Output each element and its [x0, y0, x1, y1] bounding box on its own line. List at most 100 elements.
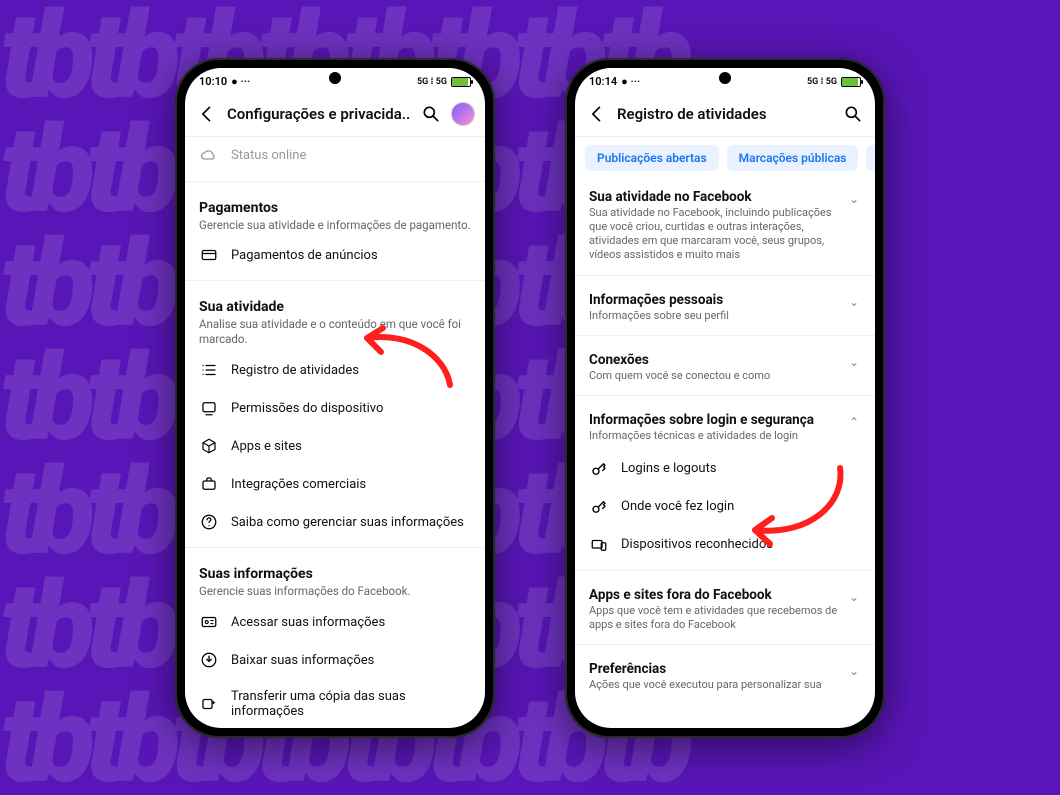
- list-item-label: Integrações comerciais: [231, 477, 471, 492]
- section-title: Sua atividade: [199, 299, 471, 315]
- status-dots: ● ···: [621, 75, 640, 88]
- transfer-icon: [199, 695, 219, 713]
- expand-title: Informações pessoais: [589, 292, 841, 308]
- key-icon: [589, 460, 609, 478]
- chevron-down-icon: ⌄: [849, 352, 861, 369]
- device-icon: [199, 399, 219, 417]
- list-item-dispositivos-reconhecidos[interactable]: Dispositivos reconhecidos: [575, 526, 875, 564]
- list-item-pagamentos-anuncios[interactable]: Pagamentos de anúncios: [185, 236, 485, 274]
- pill-marcacoes[interactable]: Marcações públicas: [727, 145, 859, 171]
- expand-title: Apps e sites fora do Facebook: [589, 587, 841, 603]
- app-header: Configurações e privacida..: [185, 96, 485, 137]
- camera-notch: [329, 72, 341, 84]
- pill-publicacoes[interactable]: Publicações abertas: [585, 145, 719, 171]
- pill-more[interactable]: A: [866, 145, 875, 171]
- phone-screen-left: 10:10 ● ··· 5G ⁞ 5G Configurações e priv…: [185, 68, 485, 728]
- list-item-label: Pagamentos de anúncios: [231, 248, 471, 263]
- list-item-label: Baixar suas informações: [231, 653, 471, 668]
- search-button[interactable]: [419, 102, 443, 126]
- status-network: 5G ⁞ 5G: [417, 76, 447, 87]
- expand-info-pessoais[interactable]: Informações pessoais Informações sobre s…: [575, 282, 875, 329]
- chevron-down-icon: ⌄: [849, 661, 861, 678]
- back-button[interactable]: [585, 102, 609, 126]
- cloud-icon: [199, 147, 219, 165]
- status-network: 5G ⁞ 5G: [807, 76, 837, 87]
- section-title: Suas informações: [199, 566, 471, 582]
- list-item-label: Saiba como gerenciar suas informações: [231, 515, 471, 530]
- phone-frame-left: 10:10 ● ··· 5G ⁞ 5G Configurações e priv…: [175, 58, 495, 738]
- expand-login-seguranca[interactable]: Informações sobre login e segurança Info…: [575, 402, 875, 449]
- status-dots: ● ···: [231, 75, 250, 88]
- devices-icon: [589, 536, 609, 554]
- status-time: 10:10: [199, 75, 227, 88]
- cube-icon: [199, 437, 219, 455]
- list-item-status-online[interactable]: Status online: [185, 137, 485, 175]
- list-item-permissoes-dispositivo[interactable]: Permissões do dispositivo: [185, 389, 485, 427]
- activity-scroll[interactable]: Sua atividade no Facebook Sua atividade …: [575, 179, 875, 728]
- page-title: Registro de atividades: [617, 105, 833, 123]
- expand-preferencias[interactable]: Preferências Ações que você executou par…: [575, 651, 875, 698]
- expand-apps-sites-fora[interactable]: Apps e sites fora do Facebook Apps que v…: [575, 577, 875, 639]
- question-icon: [199, 513, 219, 531]
- expand-desc: Informações sobre seu perfil: [589, 309, 841, 323]
- list-item-label: Apps e sites: [231, 439, 471, 454]
- list-item-onde-fez-login[interactable]: Onde você fez login: [575, 488, 875, 526]
- phone-screen-right: 10:14 ● ··· 5G ⁞ 5G Registro de atividad…: [575, 68, 875, 728]
- section-suas-informacoes: Suas informações Gerencie suas informaçõ…: [185, 554, 485, 603]
- back-button[interactable]: [195, 102, 219, 126]
- status-time: 10:14: [589, 75, 617, 88]
- settings-scroll[interactable]: Status online Pagamentos Gerencie sua at…: [185, 137, 485, 728]
- expand-desc: Informações técnicas e atividades de log…: [589, 429, 841, 443]
- list-item-integracoes[interactable]: Integrações comerciais: [185, 465, 485, 503]
- expand-sua-atividade[interactable]: Sua atividade no Facebook Sua atividade …: [575, 179, 875, 269]
- section-desc: Analise sua atividade e o conteúdo em qu…: [199, 317, 471, 347]
- list-icon: [199, 361, 219, 379]
- list-item-label: Dispositivos reconhecidos: [621, 537, 861, 552]
- expand-title: Sua atividade no Facebook: [589, 189, 841, 205]
- list-item-logins-logouts[interactable]: Logins e logouts: [575, 450, 875, 488]
- card-icon: [199, 246, 219, 264]
- list-item-label: Onde você fez login: [621, 499, 861, 514]
- id-icon: [199, 613, 219, 631]
- section-pagamentos: Pagamentos Gerencie sua atividade e info…: [185, 188, 485, 237]
- list-item-gerenciar-info[interactable]: Saiba como gerenciar suas informações: [185, 503, 485, 541]
- list-item-apps-sites[interactable]: Apps e sites: [185, 427, 485, 465]
- list-item-label: Permissões do dispositivo: [231, 401, 471, 416]
- phone-frame-right: 10:14 ● ··· 5G ⁞ 5G Registro de atividad…: [565, 58, 885, 738]
- list-item-label: Logins e logouts: [621, 461, 861, 476]
- section-desc: Gerencie sua atividade e informações de …: [199, 218, 471, 233]
- expand-conexoes[interactable]: Conexões Com quem você se conectou e com…: [575, 342, 875, 389]
- list-item-label: Status online: [231, 148, 471, 163]
- download-icon: [199, 651, 219, 669]
- list-item-registro-atividades[interactable]: Registro de atividades: [185, 351, 485, 389]
- battery-icon: [841, 77, 861, 87]
- expand-desc: Ações que você executou para personaliza…: [589, 678, 841, 692]
- chevron-down-icon: ⌄: [849, 189, 861, 206]
- expand-desc: Sua atividade no Facebook, incluindo pub…: [589, 206, 841, 263]
- expand-title: Conexões: [589, 352, 841, 368]
- list-item-transferir-copia[interactable]: Transferir uma cópia das suas informaçõe…: [185, 679, 485, 727]
- chevron-down-icon: ⌄: [849, 292, 861, 309]
- section-title: Pagamentos: [199, 200, 471, 216]
- section-desc: Gerencie suas informações do Facebook.: [199, 584, 471, 599]
- battery-icon: [451, 77, 471, 87]
- section-sua-atividade: Sua atividade Analise sua atividade e o …: [185, 287, 485, 351]
- list-item-label: Registro de atividades: [231, 363, 471, 378]
- expand-desc: Apps que você tem e atividades que receb…: [589, 604, 841, 633]
- list-item-baixar-info[interactable]: Baixar suas informações: [185, 641, 485, 679]
- expand-title: Informações sobre login e segurança: [589, 412, 841, 428]
- camera-notch: [719, 72, 731, 84]
- expand-desc: Com quem você se conectou e como: [589, 369, 841, 383]
- key-icon: [589, 498, 609, 516]
- list-item-acessar-info[interactable]: Acessar suas informações: [185, 603, 485, 641]
- phones-stage: 10:10 ● ··· 5G ⁞ 5G Configurações e priv…: [0, 0, 1060, 795]
- search-button[interactable]: [841, 102, 865, 126]
- chevron-down-icon: ⌄: [849, 587, 861, 604]
- filter-pills: Publicações abertas Marcações públicas A: [575, 137, 875, 179]
- expand-title: Preferências: [589, 661, 841, 677]
- list-item-label: Transferir uma cópia das suas informaçõe…: [231, 689, 471, 719]
- briefcase-icon: [199, 475, 219, 493]
- chevron-up-icon: ⌃: [849, 412, 861, 429]
- profile-avatar[interactable]: [451, 102, 475, 126]
- list-item-label: Acessar suas informações: [231, 615, 471, 630]
